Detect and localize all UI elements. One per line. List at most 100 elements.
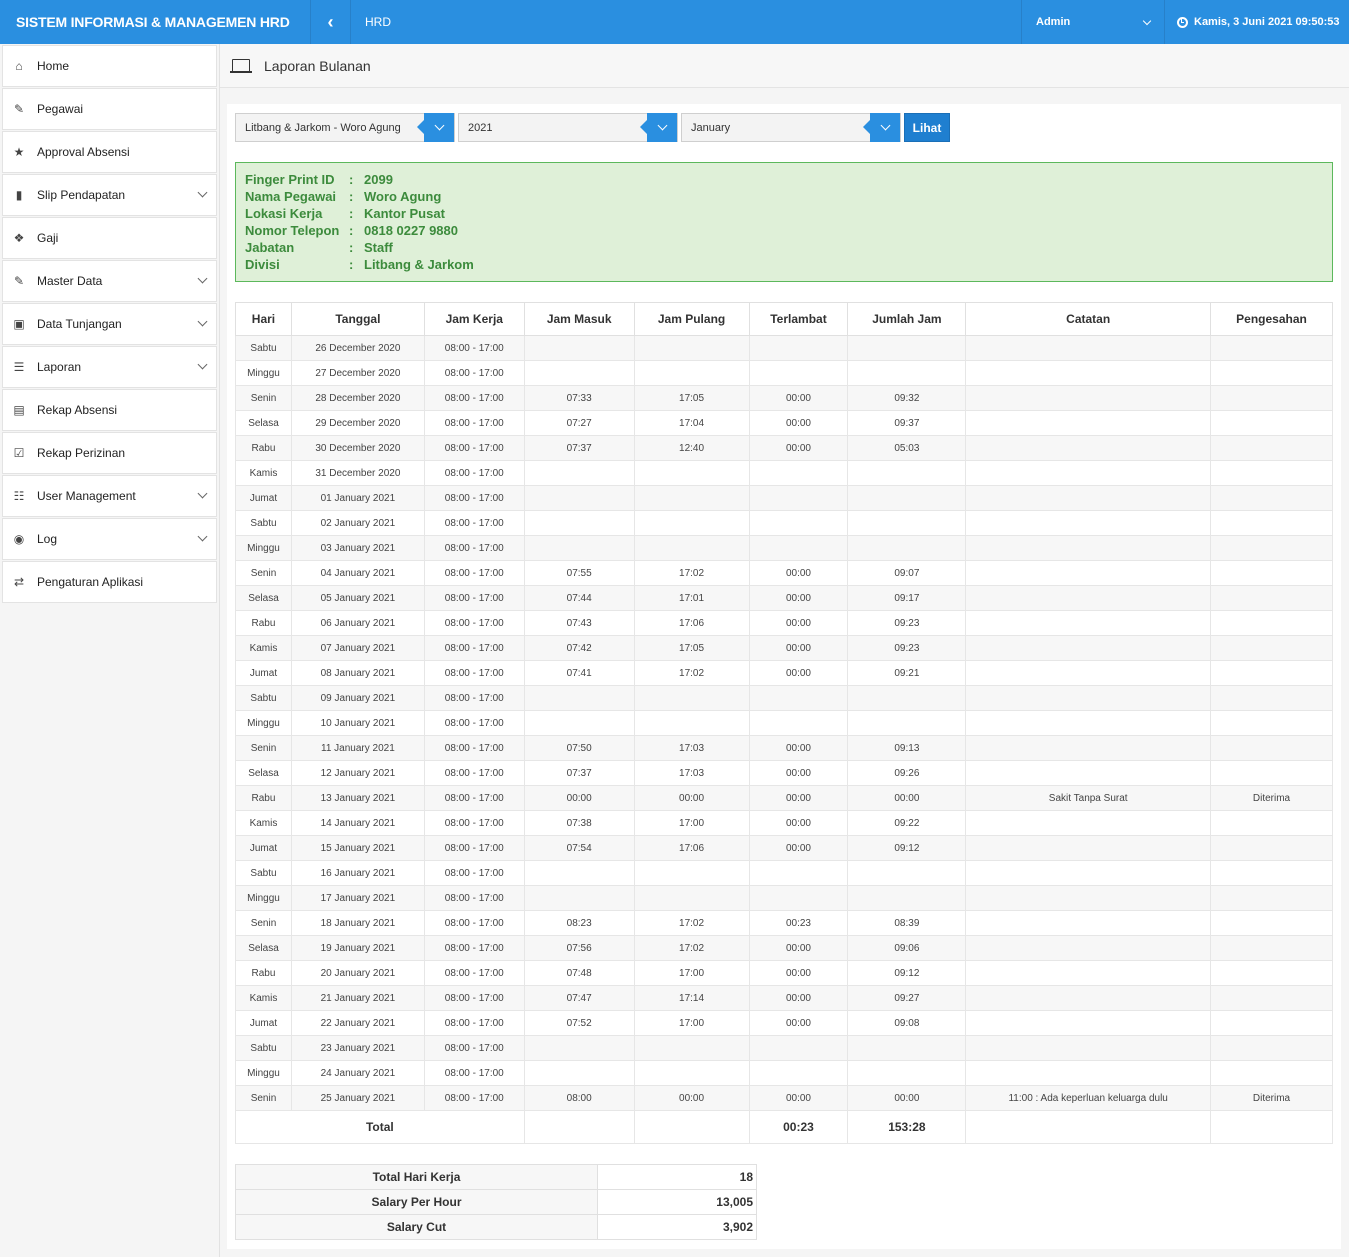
info-row: Divisi: Litbang & Jarkom xyxy=(245,256,1323,273)
table-cell xyxy=(748,885,849,911)
table-cell xyxy=(1210,585,1333,611)
sidebar-item-laporan[interactable]: ☰ Laporan xyxy=(2,346,217,388)
table-row: Senin 18 January 2021 08:00 - 17:00 08:23 17… xyxy=(235,910,1333,936)
column-header: Catatan xyxy=(965,302,1212,336)
table-cell xyxy=(847,510,967,536)
table-cell xyxy=(523,685,635,711)
table-cell: 00:00 xyxy=(748,610,849,636)
table-cell: 09:22 xyxy=(847,810,967,836)
sidebar-item-label: Laporan xyxy=(37,360,82,374)
table-cell xyxy=(1210,860,1333,886)
table-cell: 28 December 2020 xyxy=(290,385,425,411)
table-cell xyxy=(633,485,750,511)
info-separator: : xyxy=(349,189,354,204)
table-cell xyxy=(1210,960,1333,986)
sidebar-item-label: Home xyxy=(37,59,70,73)
table-cell: 17:06 xyxy=(633,835,750,861)
app-title[interactable]: SISTEM INFORMASI & MANAGEMEN HRD xyxy=(0,0,311,44)
summary-value: 3,902 xyxy=(597,1214,757,1240)
lihat-button[interactable]: Lihat xyxy=(904,113,950,142)
table-cell xyxy=(965,935,1212,961)
info-row: Finger Print ID:2099 xyxy=(245,171,1323,188)
table-cell: 07:41 xyxy=(523,660,635,686)
chevron-down-icon xyxy=(197,531,208,542)
table-cell xyxy=(1210,535,1333,561)
month-select[interactable]: January xyxy=(681,113,901,142)
column-header: Tanggal xyxy=(290,302,425,336)
top-navbar: SISTEM INFORMASI & MANAGEMEN HRD ‹ HRD A… xyxy=(0,0,1349,44)
table-cell: 00:00 xyxy=(748,660,849,686)
table-cell: 08:00 - 17:00 xyxy=(423,860,525,886)
sidebar-item-gaji[interactable]: ❖ Gaji xyxy=(2,217,217,259)
table-cell: 17:00 xyxy=(633,810,750,836)
summary-row: Total Hari Kerja 18 xyxy=(235,1164,757,1190)
money-icon: ▣ xyxy=(13,317,25,331)
year-select[interactable]: 2021 xyxy=(458,113,678,142)
table-cell: Minggu xyxy=(235,360,292,386)
table-cell xyxy=(847,885,967,911)
table-cell: 08:00 - 17:00 xyxy=(423,660,525,686)
sidebar-item-data-tunjangan[interactable]: ▣ Data Tunjangan xyxy=(2,303,217,345)
table-cell: 09:32 xyxy=(847,385,967,411)
user-name: Admin xyxy=(1036,16,1071,28)
table-row: Rabu 20 January 2021 08:00 - 17:00 07:48 17:… xyxy=(235,960,1333,986)
info-label: Jabatan xyxy=(245,240,295,255)
table-row: Rabu 13 January 2021 08:00 - 17:00 00:00 00:… xyxy=(235,785,1333,811)
employee-select[interactable]: Litbang & Jarkom - Woro Agung xyxy=(235,113,455,142)
user-menu[interactable]: Admin xyxy=(1021,0,1164,44)
table-cell: 08:00 - 17:00 xyxy=(423,585,525,611)
page-title: Laporan Bulanan xyxy=(264,57,371,74)
table-cell xyxy=(965,1035,1212,1061)
table-cell: Senin xyxy=(235,735,292,761)
table-cell xyxy=(748,360,849,386)
table-cell: 00:00 xyxy=(748,560,849,586)
sidebar-item-pengaturan-aplikasi[interactable]: ⇄ Pengaturan Aplikasi xyxy=(2,561,217,603)
table-cell: 07 January 2021 xyxy=(290,635,425,661)
sidebar-item-user-management[interactable]: ☷ User Management xyxy=(2,475,217,517)
table-cell: 17:03 xyxy=(633,735,750,761)
table-cell: 08:00 - 17:00 xyxy=(423,485,525,511)
sidebar-item-rekap-absensi[interactable]: ▤ Rekap Absensi xyxy=(2,389,217,431)
column-header: Hari xyxy=(235,302,292,336)
table-cell: 02 January 2021 xyxy=(290,510,425,536)
table-cell: 07:47 xyxy=(523,985,635,1011)
table-cell xyxy=(633,1110,750,1144)
table-row: Kamis 21 January 2021 08:00 - 17:00 07:47 17… xyxy=(235,985,1333,1011)
table-cell: 08:00 - 17:00 xyxy=(423,985,525,1011)
table-cell: Minggu xyxy=(235,885,292,911)
table-cell: 17:05 xyxy=(633,385,750,411)
summary-row: Salary Cut 3,902 xyxy=(235,1214,757,1240)
sidebar-item-home[interactable]: ⌂ Home xyxy=(2,45,217,87)
sidebar-item-approval-absensi[interactable]: ★ Approval Absensi xyxy=(2,131,217,173)
table-cell: 08:00 - 17:00 xyxy=(423,1085,525,1111)
table-cell xyxy=(965,360,1212,386)
table-cell: 07:33 xyxy=(523,385,635,411)
table-cell xyxy=(1210,635,1333,661)
table-cell: Jumat xyxy=(235,835,292,861)
table-cell: 07:44 xyxy=(523,585,635,611)
summary-label: Total Hari Kerja xyxy=(235,1164,598,1190)
table-cell xyxy=(965,1060,1212,1086)
table-cell: 07:56 xyxy=(523,935,635,961)
table-cell: 17:05 xyxy=(633,635,750,661)
table-cell: 00:00 xyxy=(748,810,849,836)
sidebar-item-log[interactable]: ◉ Log xyxy=(2,518,217,560)
table-cell xyxy=(523,1060,635,1086)
sidebar-item-pegawai[interactable]: ✎ Pegawai xyxy=(2,88,217,130)
table-cell: Selasa xyxy=(235,585,292,611)
table-cell: 08:00 - 17:00 xyxy=(423,635,525,661)
table-cell: Jumat xyxy=(235,1010,292,1036)
sidebar-item-rekap-perizinan[interactable]: ☑ Rekap Perizinan xyxy=(2,432,217,474)
sidebar-item-slip-pendapatan[interactable]: ▮ Slip Pendapatan xyxy=(2,174,217,216)
table-row: Senin 11 January 2021 08:00 - 17:00 07:50 17… xyxy=(235,735,1333,761)
info-value: 0818 0227 9880 xyxy=(364,223,458,238)
sidebar-item-master-data[interactable]: ✎ Master Data xyxy=(2,260,217,302)
sidebar-toggle-button[interactable]: ‹ xyxy=(311,0,351,44)
table-cell: 09:37 xyxy=(847,410,967,436)
table-cell: Senin xyxy=(235,910,292,936)
pen-icon: ✎ xyxy=(13,102,25,116)
table-cell xyxy=(847,1060,967,1086)
summary-row: Salary Per Hour 13,005 xyxy=(235,1189,757,1215)
table-cell xyxy=(523,710,635,736)
table-cell: 07:27 xyxy=(523,410,635,436)
